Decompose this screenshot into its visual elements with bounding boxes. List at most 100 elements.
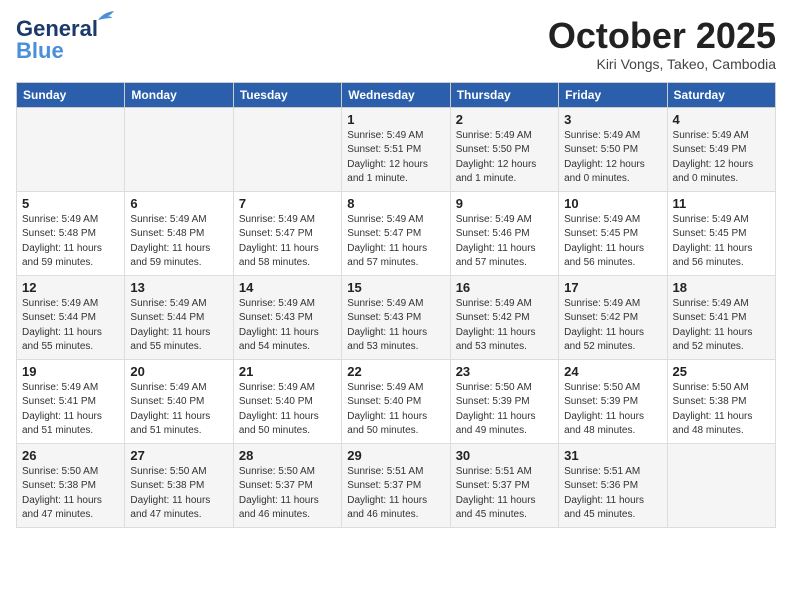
calendar-cell: 1 Sunrise: 5:49 AM Sunset: 5:51 PM Daylig… [342,107,450,191]
day-number: 10 [564,196,661,211]
calendar-cell: 8 Sunrise: 5:49 AM Sunset: 5:47 PM Daylig… [342,191,450,275]
logo-bird-icon [96,10,116,24]
calendar-cell: 5Sunrise: 5:49 AM Sunset: 5:48 PM Daylig… [17,191,125,275]
day-number: 8 [347,196,444,211]
calendar-cell: 2 Sunrise: 5:49 AM Sunset: 5:50 PM Daylig… [450,107,558,191]
day-header-sunday: Sunday [17,82,125,107]
day-number: 15 [347,280,444,295]
calendar-cell: 10 Sunrise: 5:49 AM Sunset: 5:45 PM Dayli… [559,191,667,275]
cell-text: Sunrise: 5:49 AM Sunset: 5:51 PM Dayligh… [347,129,444,187]
calendar-cell: 27 Sunrise: 5:50 AM Sunset: 5:38 PM Dayli… [125,443,233,527]
calendar-cell: 21 Sunrise: 5:49 AM Sunset: 5:40 PM Dayli… [233,359,341,443]
cell-text: Sunrise: 5:49 AM Sunset: 5:42 PM Dayligh… [564,297,661,355]
calendar-cell: 7 Sunrise: 5:49 AM Sunset: 5:47 PM Daylig… [233,191,341,275]
day-number: 20 [130,364,227,379]
cell-text: Sunrise: 5:50 AM Sunset: 5:39 PM Dayligh… [564,381,661,439]
logo-general: General [16,16,98,41]
calendar-cell: 9 Sunrise: 5:49 AM Sunset: 5:46 PM Daylig… [450,191,558,275]
cell-text: Sunrise: 5:49 AM Sunset: 5:43 PM Dayligh… [347,297,444,355]
cell-text: Sunrise: 5:49 AM Sunset: 5:47 PM Dayligh… [347,213,444,271]
day-number: 23 [456,364,553,379]
cell-text: Sunrise: 5:49 AM Sunset: 5:46 PM Dayligh… [456,213,553,271]
cell-text: Sunrise: 5:49 AM Sunset: 5:49 PM Dayligh… [673,129,770,187]
cell-text: Sunrise: 5:50 AM Sunset: 5:38 PM Dayligh… [130,465,227,523]
cell-text: Sunrise: 5:49 AM Sunset: 5:48 PM Dayligh… [22,213,119,271]
cell-text: Sunrise: 5:50 AM Sunset: 5:38 PM Dayligh… [673,381,770,439]
week-row-5: 26Sunrise: 5:50 AM Sunset: 5:38 PM Dayli… [17,443,776,527]
day-number: 22 [347,364,444,379]
cell-text: Sunrise: 5:49 AM Sunset: 5:41 PM Dayligh… [673,297,770,355]
cell-text: Sunrise: 5:50 AM Sunset: 5:38 PM Dayligh… [22,465,119,523]
cell-text: Sunrise: 5:49 AM Sunset: 5:40 PM Dayligh… [130,381,227,439]
day-number: 4 [673,112,770,127]
day-number: 1 [347,112,444,127]
calendar-cell: 15 Sunrise: 5:49 AM Sunset: 5:43 PM Dayli… [342,275,450,359]
cell-text: Sunrise: 5:49 AM Sunset: 5:50 PM Dayligh… [456,129,553,187]
cell-text: Sunrise: 5:49 AM Sunset: 5:41 PM Dayligh… [22,381,119,439]
day-number: 13 [130,280,227,295]
day-number: 11 [673,196,770,211]
day-header-saturday: Saturday [667,82,775,107]
calendar-cell: 29Sunrise: 5:51 AM Sunset: 5:37 PM Dayli… [342,443,450,527]
day-number: 7 [239,196,336,211]
day-number: 28 [239,448,336,463]
calendar-table: SundayMondayTuesdayWednesdayThursdayFrid… [16,82,776,528]
cell-text: Sunrise: 5:49 AM Sunset: 5:44 PM Dayligh… [22,297,119,355]
cell-text: Sunrise: 5:50 AM Sunset: 5:39 PM Dayligh… [456,381,553,439]
cell-text: Sunrise: 5:49 AM Sunset: 5:45 PM Dayligh… [564,213,661,271]
cell-text: Sunrise: 5:49 AM Sunset: 5:44 PM Dayligh… [130,297,227,355]
cell-text: Sunrise: 5:49 AM Sunset: 5:45 PM Dayligh… [673,213,770,271]
day-number: 2 [456,112,553,127]
day-number: 18 [673,280,770,295]
calendar-cell: 24 Sunrise: 5:50 AM Sunset: 5:39 PM Dayli… [559,359,667,443]
day-number: 16 [456,280,553,295]
calendar-cell: 23 Sunrise: 5:50 AM Sunset: 5:39 PM Dayli… [450,359,558,443]
month-title: October 2025 [548,16,776,56]
calendar-header: SundayMondayTuesdayWednesdayThursdayFrid… [17,82,776,107]
calendar-cell: 30 Sunrise: 5:51 AM Sunset: 5:37 PM Dayli… [450,443,558,527]
calendar-cell: 14Sunrise: 5:49 AM Sunset: 5:43 PM Dayli… [233,275,341,359]
calendar-cell [233,107,341,191]
calendar-cell: 25 Sunrise: 5:50 AM Sunset: 5:38 PM Dayli… [667,359,775,443]
week-row-4: 19 Sunrise: 5:49 AM Sunset: 5:41 PM Dayli… [17,359,776,443]
day-number: 19 [22,364,119,379]
cell-text: Sunrise: 5:49 AM Sunset: 5:43 PM Dayligh… [239,297,336,355]
day-number: 6 [130,196,227,211]
cell-text: Sunrise: 5:49 AM Sunset: 5:48 PM Dayligh… [130,213,227,271]
day-number: 30 [456,448,553,463]
calendar-cell [17,107,125,191]
week-row-1: 1 Sunrise: 5:49 AM Sunset: 5:51 PM Daylig… [17,107,776,191]
cell-text: Sunrise: 5:51 AM Sunset: 5:37 PM Dayligh… [347,465,444,523]
week-row-2: 5Sunrise: 5:49 AM Sunset: 5:48 PM Daylig… [17,191,776,275]
title-block: October 2025 Kiri Vongs, Takeo, Cambodia [548,16,776,72]
calendar-cell: 13 Sunrise: 5:49 AM Sunset: 5:44 PM Dayli… [125,275,233,359]
day-number: 9 [456,196,553,211]
day-header-wednesday: Wednesday [342,82,450,107]
calendar-cell: 17Sunrise: 5:49 AM Sunset: 5:42 PM Dayli… [559,275,667,359]
day-header-tuesday: Tuesday [233,82,341,107]
cell-text: Sunrise: 5:50 AM Sunset: 5:37 PM Dayligh… [239,465,336,523]
calendar-cell: 4 Sunrise: 5:49 AM Sunset: 5:49 PM Daylig… [667,107,775,191]
days-header-row: SundayMondayTuesdayWednesdayThursdayFrid… [17,82,776,107]
day-number: 25 [673,364,770,379]
day-header-monday: Monday [125,82,233,107]
cell-text: Sunrise: 5:49 AM Sunset: 5:42 PM Dayligh… [456,297,553,355]
cell-text: Sunrise: 5:49 AM Sunset: 5:40 PM Dayligh… [239,381,336,439]
cell-text: Sunrise: 5:51 AM Sunset: 5:37 PM Dayligh… [456,465,553,523]
day-number: 27 [130,448,227,463]
cell-text: Sunrise: 5:49 AM Sunset: 5:47 PM Dayligh… [239,213,336,271]
calendar-cell [125,107,233,191]
calendar-cell: 16 Sunrise: 5:49 AM Sunset: 5:42 PM Dayli… [450,275,558,359]
calendar-cell: 6 Sunrise: 5:49 AM Sunset: 5:48 PM Daylig… [125,191,233,275]
location-subtitle: Kiri Vongs, Takeo, Cambodia [548,56,776,72]
cell-text: Sunrise: 5:49 AM Sunset: 5:40 PM Dayligh… [347,381,444,439]
page-header: General Blue October 2025 Kiri Vongs, Ta… [16,16,776,72]
day-number: 24 [564,364,661,379]
cell-text: Sunrise: 5:49 AM Sunset: 5:50 PM Dayligh… [564,129,661,187]
calendar-body: 1 Sunrise: 5:49 AM Sunset: 5:51 PM Daylig… [17,107,776,527]
day-header-thursday: Thursday [450,82,558,107]
calendar-cell: 3Sunrise: 5:49 AM Sunset: 5:50 PM Daylig… [559,107,667,191]
logo: General Blue [16,16,98,64]
day-number: 21 [239,364,336,379]
calendar-cell: 12Sunrise: 5:49 AM Sunset: 5:44 PM Dayli… [17,275,125,359]
